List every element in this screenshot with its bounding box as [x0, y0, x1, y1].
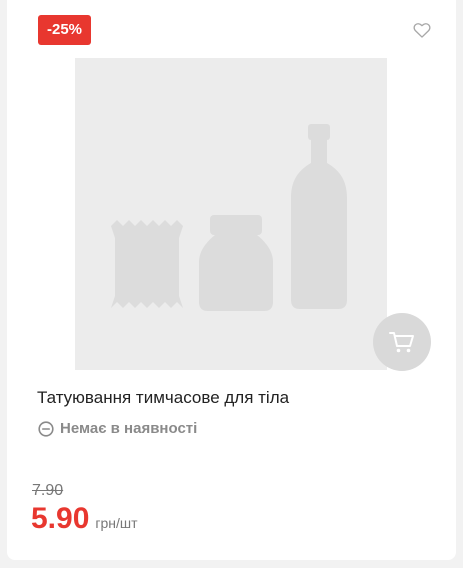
product-title[interactable]: Татуювання тимчасове для тіла	[37, 388, 289, 408]
product-card[interactable]: -25% Татуювання тимчасове для тіла Немає…	[7, 0, 456, 560]
heart-icon[interactable]	[412, 20, 432, 40]
discount-badge: -25%	[38, 15, 92, 45]
stock-status-label: Немає в наявності	[60, 420, 198, 437]
current-price: 5.90	[31, 502, 90, 535]
add-to-cart-button[interactable]	[373, 313, 431, 371]
price-unit: грн/шт	[95, 515, 138, 531]
cart-icon	[389, 332, 414, 353]
minus-circle-icon	[38, 420, 54, 437]
stock-status: Немає в наявності	[38, 420, 197, 437]
product-image-placeholder[interactable]	[75, 58, 387, 370]
price-row: 5.90 грн/шт	[31, 502, 138, 536]
grocery-placeholder-icon	[111, 124, 347, 311]
old-price: 7.90	[32, 482, 64, 499]
